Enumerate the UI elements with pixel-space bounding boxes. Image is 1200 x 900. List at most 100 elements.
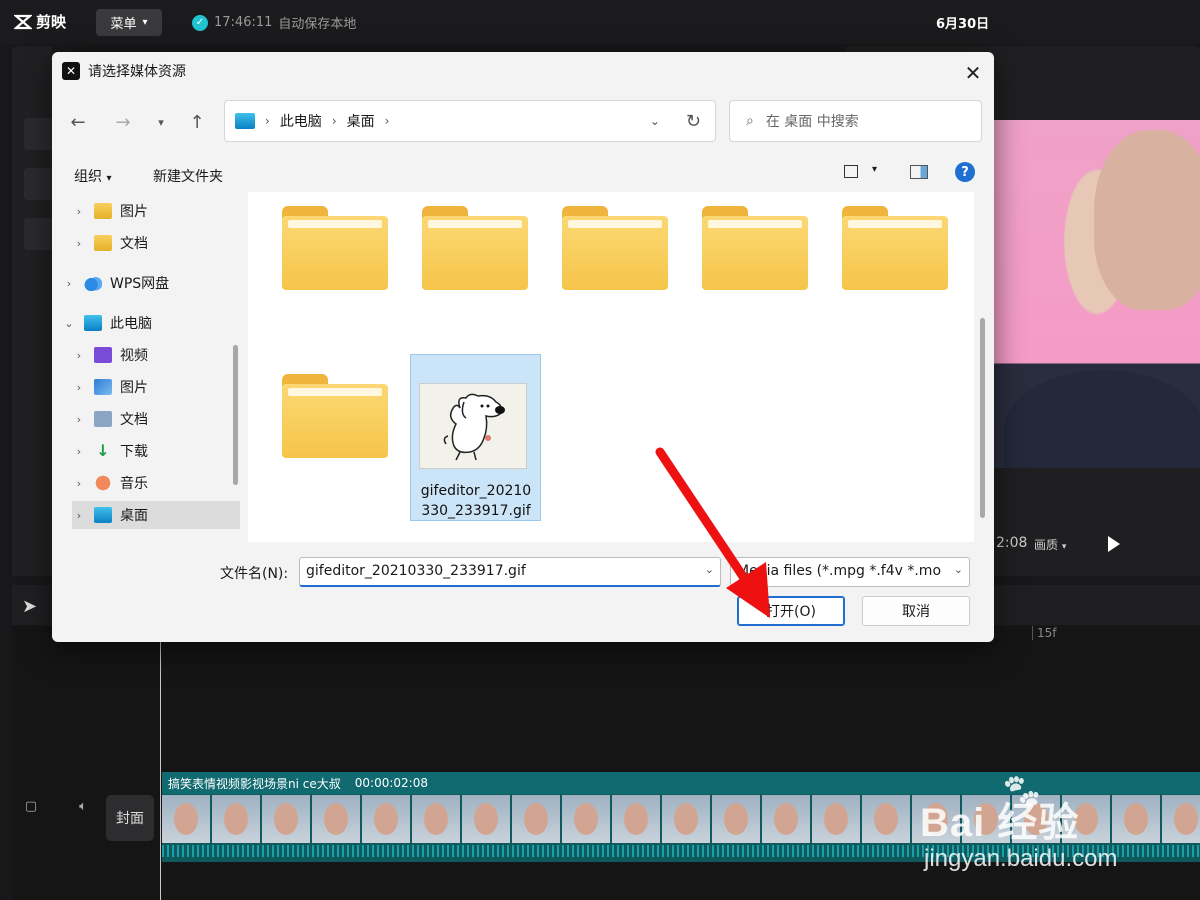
folder-item[interactable] [282, 206, 388, 290]
chevron-right-icon[interactable]: › [265, 114, 270, 128]
command-bar: 组织 ▾ 新建文件夹 ▾ ? [52, 156, 994, 192]
chevron-right-icon[interactable]: › [72, 413, 86, 426]
media-panel-chips [24, 118, 54, 268]
nav-item[interactable]: › ↓ 下载 [72, 437, 240, 465]
nav-item-label: WPS网盘 [110, 276, 170, 292]
cartoon-dog-image [443, 393, 505, 461]
gif-thumbnail [419, 383, 527, 469]
chevron-down-icon: ▾ [142, 17, 148, 28]
search-icon: ⌕ [746, 113, 754, 129]
folder-item[interactable] [422, 206, 528, 290]
chevron-right-icon[interactable]: › [72, 477, 86, 490]
recent-locations-chevron-icon[interactable]: ▾ [148, 109, 174, 135]
play-icon[interactable] [1108, 536, 1120, 552]
search-box[interactable]: ⌕ 在 桌面 中搜索 [729, 100, 982, 142]
track-visibility-icon[interactable]: ▢ [20, 795, 42, 817]
nav-item-label: 图片 [120, 380, 148, 396]
cursor-select-icon[interactable]: ➤ [22, 596, 37, 617]
content-scrollbar[interactable] [980, 318, 985, 518]
folder-item[interactable] [562, 206, 668, 290]
nav-item[interactable]: ⌄ 此电脑 [62, 309, 236, 337]
close-button[interactable]: ✕ [960, 60, 986, 86]
open-button[interactable]: 打开(O) [737, 596, 845, 626]
up-arrow-icon[interactable]: ↑ [184, 109, 210, 135]
preview-face [1094, 130, 1200, 310]
panel-chip[interactable] [24, 118, 54, 150]
nav-item-label: 文档 [120, 412, 148, 428]
new-folder-button[interactable]: 新建文件夹 [153, 166, 223, 186]
clip-frame-thumbnail [862, 795, 910, 843]
track-controls: ▢ 🔈︎ [20, 795, 94, 817]
panel-chip[interactable] [24, 218, 54, 250]
clip-frame-thumbnail [412, 795, 460, 843]
nav-item-label: 桌面 [120, 508, 148, 524]
clip-frame-thumbnail [762, 795, 810, 843]
folder-item[interactable] [842, 206, 948, 290]
clip-frame-thumbnail [662, 795, 710, 843]
address-bar[interactable]: › 此电脑 › 桌面 › ⌄ ↻ [224, 100, 716, 142]
nav-item[interactable]: › 桌面 [72, 501, 240, 529]
clip-frame-thumbnail [462, 795, 510, 843]
menu-button[interactable]: 菜单 ▾ [96, 9, 162, 36]
quality-dropdown[interactable]: 画质 ▾ [1034, 536, 1066, 553]
app-logo: 剪映 [14, 11, 66, 32]
nav-item-label: 下载 [120, 444, 148, 460]
chevron-right-icon[interactable]: › [72, 205, 86, 218]
speaker-icon[interactable]: 🔈︎ [72, 795, 94, 817]
nav-item[interactable]: › 文档 [72, 405, 240, 433]
videos-icon [94, 347, 112, 363]
chevron-right-icon[interactable]: › [72, 381, 86, 394]
pictures-folder-icon [94, 203, 112, 219]
chevron-down-icon: ⌄ [953, 563, 963, 576]
nav-item[interactable]: › 文档 [72, 229, 240, 257]
view-mode-icon[interactable] [844, 165, 858, 178]
app-topbar: 剪映 菜单 ▾ ✓ 17:46:11 自动保存本地 6月30日 [0, 0, 1200, 44]
chevron-right-icon[interactable]: › [72, 237, 86, 250]
nav-item[interactable]: › 视频 [72, 341, 240, 369]
organize-button[interactable]: 组织 ▾ [74, 166, 111, 186]
playhead[interactable] [160, 640, 161, 900]
capcut-logo-icon [14, 14, 32, 29]
filename-input[interactable]: gifeditor_20210330_233917.gif ⌄ [299, 557, 721, 587]
chevron-right-icon[interactable]: › [62, 277, 76, 290]
chevron-down-icon[interactable]: ⌄ [705, 563, 714, 580]
chevron-right-icon[interactable]: › [72, 509, 86, 522]
selected-gif-file[interactable]: gifeditor_20210 330_233917.gif [410, 354, 541, 521]
chevron-down-icon[interactable]: ⌄ [62, 317, 76, 330]
nav-item[interactable]: › 音乐 [72, 469, 240, 497]
breadcrumb-desktop[interactable]: 桌面 [347, 111, 375, 131]
clip-frame-thumbnail [162, 795, 210, 843]
file-name-line2: 330_233917.gif [421, 503, 531, 519]
filename-label: 文件名(N): [220, 566, 289, 582]
refresh-icon[interactable]: ↻ [686, 111, 701, 132]
back-arrow-icon[interactable]: ← [65, 109, 91, 135]
clip-frame-thumbnail [712, 795, 760, 843]
chevron-right-icon[interactable]: › [72, 349, 86, 362]
breadcrumb-this-pc[interactable]: 此电脑 [280, 111, 322, 131]
folder-item[interactable] [702, 206, 808, 290]
nav-item-label: 图片 [120, 204, 148, 220]
menu-button-label: 菜单 [110, 17, 137, 32]
music-icon [94, 475, 112, 491]
chevron-right-icon[interactable]: › [72, 445, 86, 458]
chevron-down-icon[interactable]: ▾ [872, 164, 877, 175]
ruler-tick: 15f [1032, 626, 1057, 640]
nav-item[interactable]: › 图片 [72, 197, 240, 225]
nav-item[interactable]: › 图片 [72, 373, 240, 401]
address-history-chevron-icon[interactable]: ⌄ [650, 114, 660, 128]
chevron-right-icon[interactable]: › [385, 114, 390, 128]
chevron-right-icon[interactable]: › [332, 114, 337, 128]
filetype-select[interactable]: Media files (*.mpg *.f4v *.mo ⌄ [730, 557, 970, 587]
cancel-button[interactable]: 取消 [862, 596, 970, 626]
folder-item[interactable] [282, 374, 388, 458]
nav-item[interactable]: › WPS网盘 [62, 269, 236, 297]
nav-scrollbar[interactable] [233, 345, 238, 485]
save-time: 17:46:11 [214, 15, 273, 30]
file-list: gifeditor_20210 330_233917.gif [248, 192, 974, 542]
forward-arrow-icon[interactable]: → [110, 109, 136, 135]
preview-pane-icon[interactable] [910, 165, 928, 179]
panel-chip[interactable] [24, 168, 54, 200]
help-icon[interactable]: ? [955, 162, 975, 182]
cover-button[interactable]: 封面 [106, 795, 154, 841]
preview-video [994, 120, 1200, 468]
